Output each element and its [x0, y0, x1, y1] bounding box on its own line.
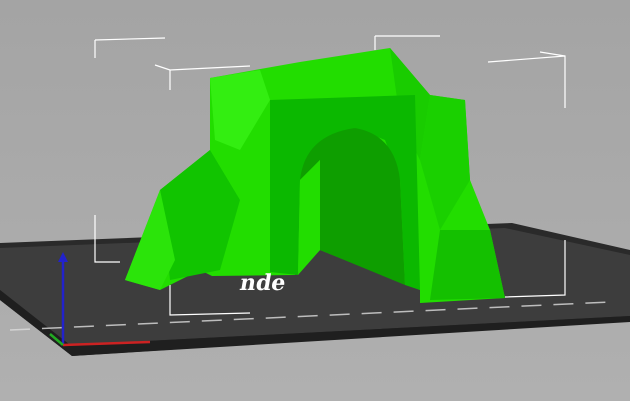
bed-logo: nde — [238, 270, 288, 296]
3d-viewport[interactable]: nde — [0, 0, 630, 401]
